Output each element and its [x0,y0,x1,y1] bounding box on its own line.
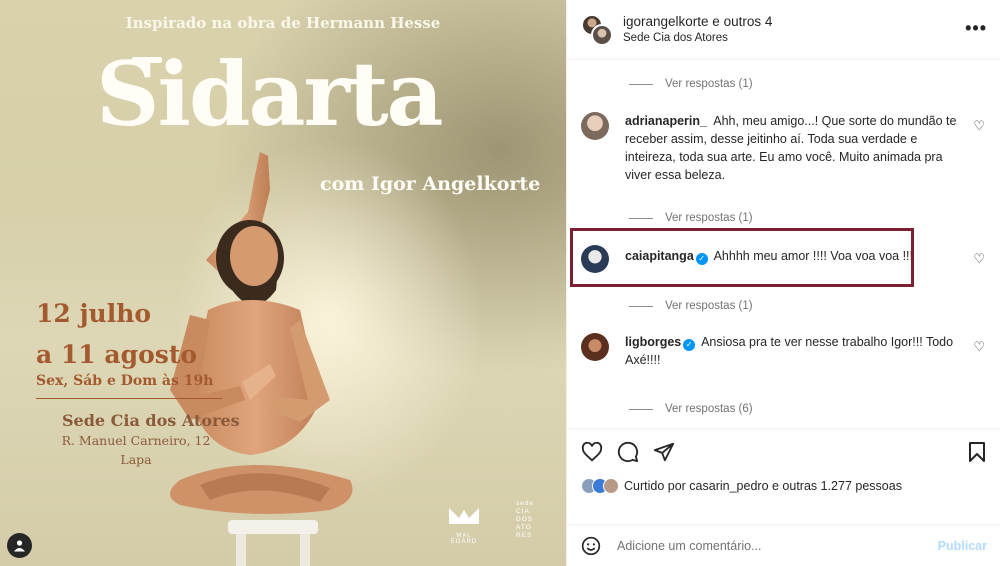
poster-divider [36,398,222,399]
share-send-icon[interactable] [653,441,675,463]
publish-button[interactable]: Publicar [938,539,987,553]
replies-line [629,305,653,307]
comment-username[interactable]: adrianaperin_ [625,114,707,128]
like-heart-icon[interactable] [581,441,603,463]
comment-body: adrianaperin_ Ahh, meu amigo...! Que sor… [625,112,961,184]
view-replies[interactable]: Ver respostas (1) [629,78,753,90]
view-replies-label: Ver respostas (6) [665,403,753,415]
add-comment-bar: Adicione um comentário... Publicar [567,524,1000,566]
replies-line [629,408,653,410]
avatar[interactable] [581,112,609,140]
post-image[interactable]: Inspirado na obra de Hermann Hesse Sidar… [0,0,566,566]
user-tags-icon[interactable] [7,533,32,558]
view-replies[interactable]: Ver respostas (1) [629,212,753,224]
poster-schedule: Sex, Sáb e Dom às 19h [36,373,214,389]
replies-line [629,217,653,219]
avatar [591,24,613,46]
post-location[interactable]: Sede Cia dos Atores [623,32,728,44]
like-comment-heart-icon[interactable]: ♡ [973,118,985,134]
post-header: igorangelkorte e outros 4 Sede Cia dos A… [567,0,1000,60]
verified-badge-icon: ✓ [683,339,696,351]
poster-neighborhood: Lapa [120,452,152,467]
view-replies-label: Ver respostas (1) [665,78,753,90]
comment-input[interactable]: Adicione um comentário... [617,539,762,553]
like-comment-heart-icon[interactable]: ♡ [973,339,985,355]
avatar [603,478,619,494]
more-horizontal-icon[interactable]: ••• [965,18,987,39]
collab-avatars[interactable] [581,14,613,46]
comment-body: ligborges ✓ Ansiosa pra te ver nesse trab… [625,333,961,369]
title-macron [132,57,162,63]
producer-logo: MAL ÉGÁRD [444,504,484,545]
poster-address: R. Manuel Carneiro, 12 [61,433,211,448]
avatar[interactable] [581,333,609,361]
poster-date-start: 12 julho [36,299,152,328]
poster-subtitle: Inspirado na obra de Hermann Hesse [125,14,441,32]
view-replies[interactable]: Ver respostas (6) [629,403,753,415]
emoji-icon[interactable] [581,536,601,556]
like-comment-heart-icon[interactable]: ♡ [973,251,985,267]
comment-bubble-icon[interactable] [617,441,639,463]
save-bookmark-icon[interactable] [967,441,987,463]
comment-username[interactable]: ligborges [625,335,681,349]
view-replies-label: Ver respostas (1) [665,212,753,224]
replies-line [629,83,653,85]
highlighted-comment-frame [570,228,914,287]
view-replies-label: Ver respostas (1) [665,300,753,312]
poster-title: Sidarta [96,42,444,146]
likes-summary[interactable]: Curtido por casarin_pedro e outras 1.277… [581,476,902,496]
view-replies[interactable]: Ver respostas (1) [629,300,753,312]
likes-text: Curtido por casarin_pedro e outras 1.277… [624,479,902,493]
post-actions [567,428,1000,476]
cia-dos-atores-logo: sede CIA DOS ATO RES [516,500,535,539]
poster-date-end: a 11 agosto [36,340,198,369]
post-author[interactable]: igorangelkorte e outros 4 [623,14,772,29]
poster-venue: Sede Cia dos Atores [62,411,240,430]
